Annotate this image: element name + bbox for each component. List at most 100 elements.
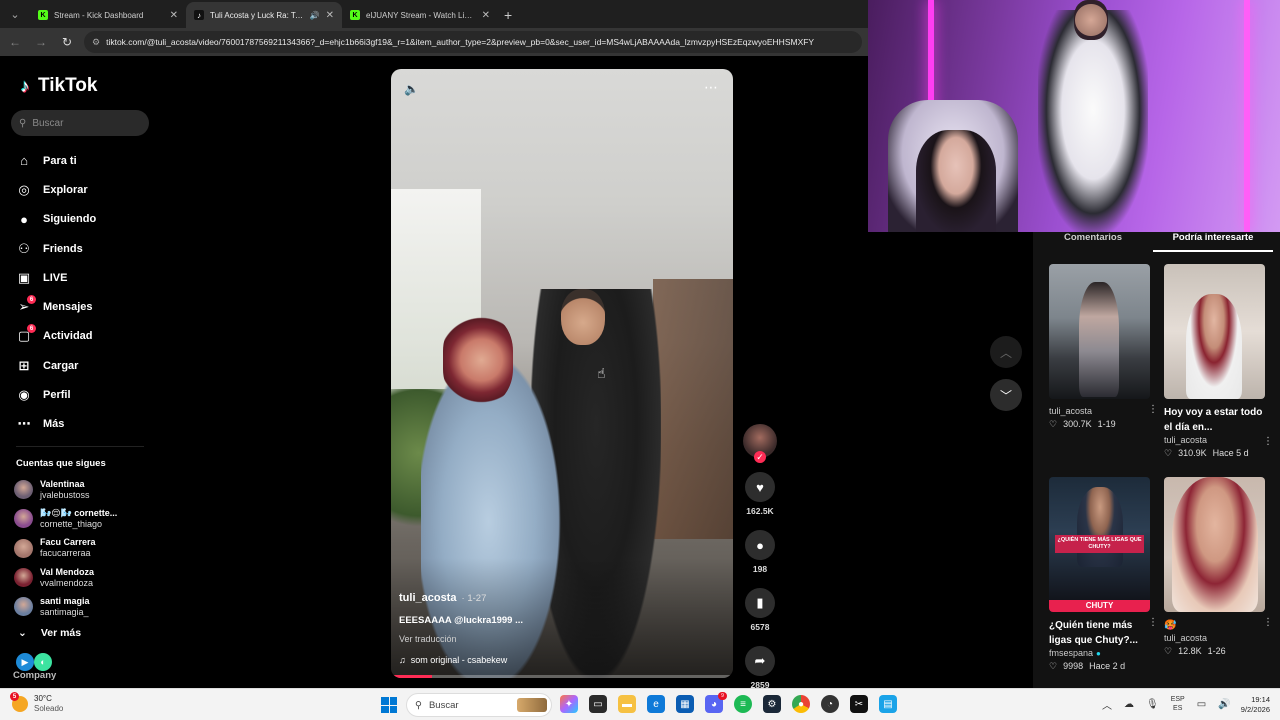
followed-account[interactable]: Val Mendoza vvalmendoza bbox=[14, 563, 154, 592]
new-tab-button[interactable]: + bbox=[504, 7, 512, 23]
sidebar-item-messages[interactable]: ➢ 6 Mensajes bbox=[16, 292, 156, 321]
comment-action[interactable]: ● 198 bbox=[742, 530, 778, 574]
tiktok-logo[interactable]: ♪ TikTok bbox=[16, 75, 98, 97]
speaker-icon[interactable]: 🔊 bbox=[310, 11, 320, 20]
share-action[interactable]: ➦ 2859 bbox=[742, 646, 778, 690]
notepad-icon[interactable]: ▤ bbox=[879, 695, 897, 713]
close-icon[interactable]: ✕ bbox=[482, 10, 490, 21]
right-panel: Comentarios Podría interesarte tuli_acos… bbox=[1033, 232, 1280, 688]
suggested-video-card[interactable]: ¿QUIÉN TIENE MÁS LIGAS QUE CHUTY? CHUTY … bbox=[1049, 477, 1158, 672]
card-username[interactable]: tuli_acosta bbox=[1164, 633, 1265, 643]
site-info-icon[interactable]: ⚙ bbox=[92, 37, 100, 48]
like-action[interactable]: ♥ 162.5K bbox=[742, 472, 778, 516]
card-username[interactable]: tuli_acosta bbox=[1049, 406, 1150, 416]
edge-icon[interactable]: e bbox=[647, 695, 665, 713]
weather-widget[interactable]: 5 30°C Soleado bbox=[10, 692, 63, 714]
video-author[interactable]: tuli_acosta · 1-27 bbox=[399, 592, 486, 604]
suggested-video-card[interactable]: tuli_acosta ♡ 300.7K 1-19 ⋮ bbox=[1049, 264, 1158, 430]
tab-tiktok-video[interactable]: ♪ Tuli Acosta y Luck Ra: Tendencia 🔊 ✕ bbox=[186, 2, 342, 28]
heart-icon[interactable]: ♥ bbox=[745, 472, 775, 502]
next-video-button[interactable]: ﹀ bbox=[990, 379, 1022, 411]
steam-icon[interactable]: ⚙ bbox=[763, 695, 781, 713]
reload-icon[interactable]: ↻ bbox=[58, 35, 76, 49]
card-title[interactable]: ¿Quién tiene más ligas que Chuty?... bbox=[1049, 618, 1150, 648]
sidebar-item-upload[interactable]: ⊞ Cargar bbox=[16, 351, 156, 380]
sidebar-item-more[interactable]: ⋯ Más bbox=[16, 410, 156, 439]
language-indicator[interactable]: ESP ES bbox=[1171, 695, 1185, 713]
more-options-icon[interactable]: ⋯ bbox=[704, 79, 719, 96]
volume-icon[interactable]: 🔈 bbox=[404, 82, 419, 96]
comment-icon[interactable]: ● bbox=[745, 530, 775, 560]
file-explorer-icon[interactable]: ▬ bbox=[618, 695, 636, 713]
network-icon[interactable]: ▭ bbox=[1197, 699, 1206, 710]
capcut-icon[interactable]: ✂ bbox=[850, 695, 868, 713]
microphone-icon[interactable]: 🎙 bbox=[1146, 699, 1159, 710]
followed-account[interactable]: santi magia santimagia_ bbox=[14, 592, 154, 621]
follow-plus-icon[interactable]: ✓ bbox=[754, 451, 766, 463]
card-username[interactable]: tuli_acosta bbox=[1164, 435, 1265, 445]
tab-you-may-like[interactable]: Podría interesarte bbox=[1153, 232, 1273, 252]
close-icon[interactable]: ✕ bbox=[170, 10, 178, 21]
video-sound[interactable]: ♫ som original - csabekew bbox=[399, 655, 507, 665]
onedrive-icon[interactable]: ☁ bbox=[1124, 699, 1134, 710]
video-thumbnail[interactable] bbox=[1049, 264, 1150, 399]
sidebar-item-live[interactable]: ▣ LIVE bbox=[16, 263, 156, 292]
close-icon[interactable]: ✕ bbox=[326, 10, 334, 21]
search-input[interactable]: ⚲ Buscar bbox=[11, 110, 149, 136]
suggested-video-card[interactable]: Hoy voy a estar todo el día en... tuli_a… bbox=[1164, 264, 1273, 459]
card-title[interactable]: 🥵 bbox=[1164, 618, 1265, 633]
company-link[interactable]: Company bbox=[13, 670, 56, 681]
followed-account[interactable]: Facu Carrera facucarreraa bbox=[14, 534, 154, 563]
sidebar-item-compass[interactable]: ◎ Explorar bbox=[16, 175, 156, 204]
chrome-icon[interactable]: ● bbox=[792, 695, 810, 713]
card-more-icon[interactable]: ⋮ bbox=[1148, 617, 1158, 628]
video-thumbnail[interactable] bbox=[1164, 477, 1265, 612]
card-more-icon[interactable]: ⋮ bbox=[1148, 404, 1158, 415]
store-icon[interactable]: ▦ bbox=[676, 695, 694, 713]
back-icon[interactable]: ← bbox=[6, 35, 24, 49]
tab-comments[interactable]: Comentarios bbox=[1033, 232, 1153, 252]
sidebar-item-friends[interactable]: ⚇ Friends bbox=[16, 234, 156, 263]
spotify-icon[interactable]: ≡ bbox=[734, 695, 752, 713]
see-translation-link[interactable]: Ver traducción bbox=[399, 634, 457, 644]
card-user-row[interactable]: fmsespana ● bbox=[1049, 648, 1150, 658]
card-more-icon[interactable]: ⋮ bbox=[1263, 436, 1273, 447]
following-icon: ● bbox=[20, 211, 28, 227]
sidebar-item-activity[interactable]: ▢ 6 Actividad bbox=[16, 322, 156, 351]
tab-kick-dashboard[interactable]: K Stream - Kick Dashboard ✕ bbox=[30, 2, 186, 28]
windows-start-icon[interactable] bbox=[381, 697, 397, 713]
app-promo-icons[interactable]: ▶ ◐ bbox=[16, 653, 52, 671]
video-player[interactable]: 🔈 ⋯ ☝ tuli_acosta · 1-27 EEESAAAA @luckr… bbox=[391, 69, 733, 678]
following-title: Cuentas que sigues bbox=[16, 458, 106, 469]
bookmark-icon[interactable]: ▮ bbox=[745, 588, 775, 618]
card-more-icon[interactable]: ⋮ bbox=[1263, 617, 1273, 628]
sidebar-item-home[interactable]: ⌂ Para ti bbox=[16, 146, 156, 175]
see-more-button[interactable]: ⌄ Ver más bbox=[18, 627, 81, 639]
card-title[interactable]: Hoy voy a estar todo el día en... bbox=[1164, 405, 1265, 435]
forward-icon[interactable]: → bbox=[32, 35, 50, 49]
video-thumbnail[interactable] bbox=[1164, 264, 1265, 399]
sidebar-item-following[interactable]: ● Siguiendo bbox=[16, 205, 156, 234]
url-field[interactable]: ⚙ tiktok.com/@tuli_acosta/video/76001787… bbox=[84, 31, 862, 53]
video-caption[interactable]: EEESAAAA @luckra1999 ... bbox=[399, 615, 523, 626]
share-icon[interactable]: ➦ bbox=[745, 646, 775, 676]
save-action[interactable]: ▮ 6578 bbox=[742, 588, 778, 632]
taskbar-clock[interactable]: 19:14 9/2/2026 bbox=[1232, 695, 1270, 715]
sidebar-item-profile[interactable]: ◉ Perfil bbox=[16, 380, 156, 409]
tab-search-chevron-icon[interactable]: ⌄ bbox=[4, 3, 26, 25]
task-view-icon[interactable]: ▭ bbox=[589, 695, 607, 713]
followed-account[interactable]: Valentinaa jvalebustoss bbox=[14, 475, 154, 504]
obs-icon[interactable]: ◔ bbox=[821, 695, 839, 713]
tab-kick-stream[interactable]: K elJUANY Stream - Watch Live on Kick ✕ bbox=[342, 2, 498, 28]
video-thumbnail[interactable]: ¿QUIÉN TIENE MÁS LIGAS QUE CHUTY? CHUTY bbox=[1049, 477, 1150, 612]
copilot-icon[interactable]: ✦ bbox=[560, 695, 578, 713]
author-avatar[interactable]: ✓ bbox=[743, 424, 777, 463]
discord-icon[interactable]: ◕ 9 bbox=[705, 692, 727, 713]
taskbar-search[interactable]: ⚲ Buscar bbox=[406, 693, 552, 717]
followed-account[interactable]: 🌬️😌🌬️ cornette... cornette_thiago bbox=[14, 504, 154, 533]
suggested-video-card[interactable]: 🥵 tuli_acosta ♡ 12.8K 1-26 ⋮ bbox=[1164, 477, 1273, 657]
previous-video-button[interactable]: ︿ bbox=[990, 336, 1022, 368]
volume-icon[interactable]: 🔊 bbox=[1218, 699, 1230, 710]
tray-chevron-up-icon[interactable]: ︿ bbox=[1102, 697, 1112, 712]
video-progress-bar[interactable] bbox=[391, 675, 733, 678]
